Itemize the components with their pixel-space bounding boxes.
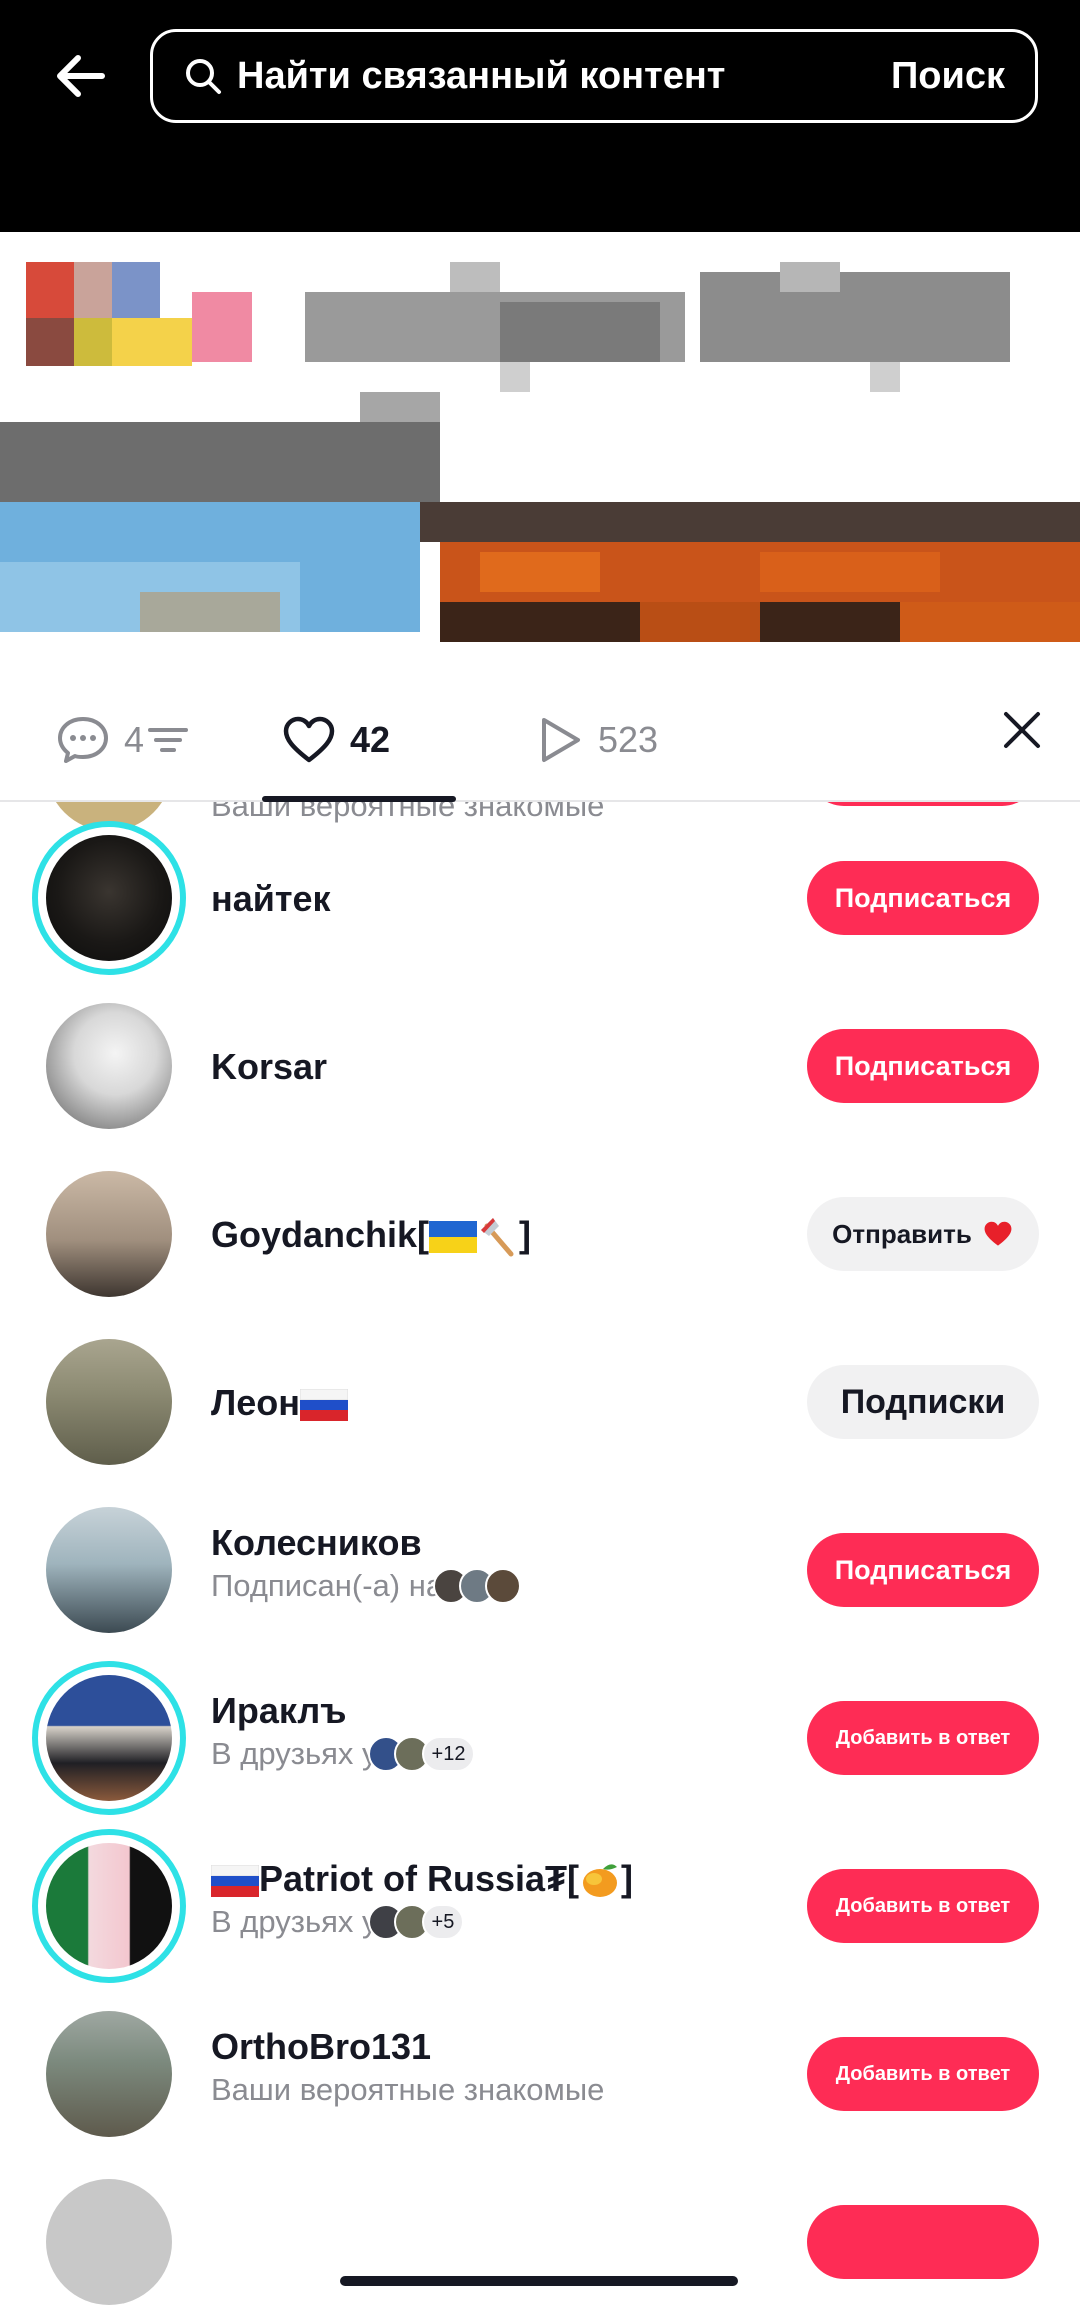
close-button[interactable]	[996, 704, 1048, 756]
home-indicator[interactable]	[340, 2276, 738, 2286]
mutual-count-badge: +12	[421, 1736, 476, 1772]
avatar	[46, 835, 172, 961]
views-count: 523	[598, 719, 659, 760]
top-bar: Поиск	[0, 0, 1080, 232]
username[interactable]: OrthoBro131	[211, 2026, 431, 2068]
close-icon	[1004, 712, 1040, 748]
follow-back-button[interactable]: Добавить в ответ	[807, 2037, 1039, 2111]
mutual-count-badge: +5	[421, 1904, 465, 1940]
username[interactable]: Леон	[211, 1382, 349, 1424]
follow-button[interactable]: Подписаться	[807, 1533, 1039, 1607]
avatar	[46, 1675, 172, 1801]
list-item[interactable]: найтек Подписаться	[0, 814, 1080, 982]
mango-icon	[583, 1864, 618, 1898]
avatar[interactable]	[46, 1171, 172, 1297]
user-subtitle: В друзьях у +5	[211, 1904, 465, 1940]
list-item[interactable]: Patriot of Russia₮[] В друзьях у +5 Доба…	[0, 1822, 1080, 1990]
likes-count: 42	[350, 719, 391, 760]
user-list[interactable]: Ваши вероятные знакомые найтек Подписать…	[0, 802, 1080, 2308]
avatar[interactable]	[46, 1003, 172, 1129]
avatar[interactable]	[46, 1339, 172, 1465]
username[interactable]: Korsar	[211, 1046, 327, 1088]
video-preview-pixelated[interactable]	[0, 232, 1080, 702]
mutual-avatar	[485, 1568, 522, 1604]
axe-icon	[481, 1218, 514, 1257]
following-button[interactable]: Подписки	[807, 1365, 1039, 1439]
avatar[interactable]	[46, 1507, 172, 1633]
list-item[interactable]: Ираклъ В друзьях у +12 Добавить в ответ	[0, 1654, 1080, 1822]
list-item[interactable]: Леон Подписки	[0, 1318, 1080, 1486]
heart-icon	[283, 716, 335, 763]
tab-likes[interactable]: 42	[282, 710, 390, 770]
heart-filled-icon	[984, 1221, 1012, 1246]
tab-views[interactable]: 523	[538, 710, 658, 770]
follow-back-button[interactable]: Добавить в ответ	[807, 1701, 1039, 1775]
back-button[interactable]	[42, 38, 118, 114]
search-icon	[181, 54, 225, 98]
send-button[interactable]: Отправить	[807, 1197, 1039, 1271]
username[interactable]: Колесников	[211, 1522, 422, 1564]
likes-sheet: 4 42 523 Ваши вероятные знакомые найтек …	[0, 674, 1080, 2308]
user-subtitle: Подписан(-а) на	[211, 1568, 522, 1604]
ukraine-flag-icon	[429, 1221, 478, 1254]
arrow-left-icon	[57, 55, 105, 97]
action-button[interactable]	[807, 2205, 1039, 2279]
avatar-story-ring[interactable]	[32, 821, 186, 975]
avatar	[46, 1843, 172, 1969]
search-input[interactable]	[237, 54, 891, 98]
username[interactable]: Patriot of Russia₮[]	[211, 1858, 633, 1901]
avatar[interactable]	[46, 2011, 172, 2137]
user-subtitle: В друзьях у +12	[211, 1736, 476, 1772]
list-item[interactable]: Korsar Подписаться	[0, 982, 1080, 1150]
avatar-story-ring[interactable]	[32, 1661, 186, 1815]
username[interactable]: Goydanchik[]	[211, 1214, 531, 1258]
username[interactable]: найтек	[211, 878, 331, 920]
action-button[interactable]	[807, 802, 1039, 806]
list-item[interactable]: Goydanchik[] Отправить	[0, 1150, 1080, 1318]
sheet-tabs: 4 42 523	[0, 674, 1080, 802]
play-icon	[542, 718, 580, 762]
russia-flag-icon	[300, 1389, 349, 1422]
avatar-story-ring[interactable]	[32, 1829, 186, 1983]
comments-count: 4	[124, 719, 145, 760]
follow-back-button[interactable]: Добавить в ответ	[807, 1869, 1039, 1943]
comment-icon	[58, 717, 108, 763]
username[interactable]: Ираклъ	[211, 1690, 346, 1732]
list-item[interactable]: Колесников Подписан(-а) на Подписаться	[0, 1486, 1080, 1654]
follow-button[interactable]: Подписаться	[807, 1029, 1039, 1103]
follow-button[interactable]: Подписаться	[807, 861, 1039, 935]
search-submit-button[interactable]: Поиск	[891, 55, 1005, 98]
filter-sort-icon	[148, 728, 189, 752]
russia-flag-icon	[211, 1865, 259, 1898]
avatar[interactable]	[46, 2179, 172, 2305]
tab-comments[interactable]: 4	[56, 710, 189, 770]
user-subtitle: Ваши вероятные знакомые	[211, 2072, 605, 2107]
list-item[interactable]: OrthoBro131 Ваши вероятные знакомые Доба…	[0, 1990, 1080, 2158]
search-box[interactable]: Поиск	[150, 29, 1038, 123]
